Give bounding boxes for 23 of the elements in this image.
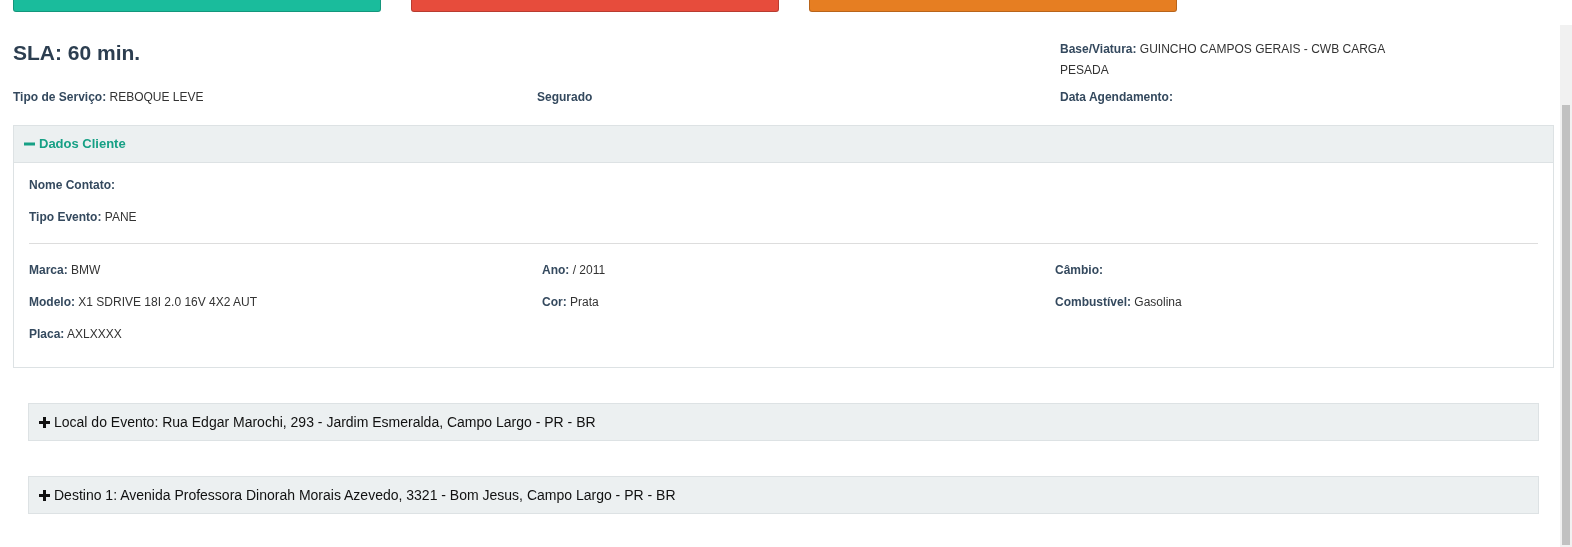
action-button[interactable]	[411, 0, 779, 12]
field-text: Nome Contato:	[29, 177, 116, 194]
field-text: Tipo Evento: PANE	[29, 209, 138, 226]
field-text: Modelo: X1 SDRIVE 18I 2.0 16V 4X2 AUT	[29, 294, 259, 311]
field-text: Combustível: Gasolina	[1055, 294, 1183, 311]
panel-header[interactable]: Local do Evento: Rua Edgar Marochi, 293 - Jardim Esmeralda, Campo Largo - PR - BR	[28, 403, 1539, 441]
field-text: Tipo de Serviço: REBOQUE LEVE	[13, 89, 205, 106]
plus-icon	[39, 416, 50, 428]
sla-heading: SLA: 60 min.	[13, 40, 142, 66]
field-text: Segurado	[537, 89, 594, 106]
action-button[interactable]	[809, 0, 1177, 12]
field-text: Câmbio:	[1055, 262, 1104, 279]
field-text: Ano: / 2011	[542, 262, 607, 279]
field-text: Data Agendamento:	[1060, 89, 1174, 106]
scrollbar[interactable]	[1560, 25, 1572, 547]
plus-icon	[39, 489, 50, 501]
minus-icon	[24, 142, 35, 146]
action-button[interactable]	[13, 0, 381, 12]
panel-header[interactable]: Destino 1: Avenida Professora Dinorah Morais Azevedo, 3321 - Bom Jesus, Campo Largo - PR - BR	[28, 476, 1539, 514]
field-text: Placa: AXLXXXX	[29, 326, 123, 343]
field-text: Marca: BMW	[29, 262, 102, 279]
field-text: Base/Viatura: GUINCHO CAMPOS GERAIS - CWB CARGA PESADA	[1060, 42, 1385, 77]
field-text: Cor: Prata	[542, 294, 600, 311]
